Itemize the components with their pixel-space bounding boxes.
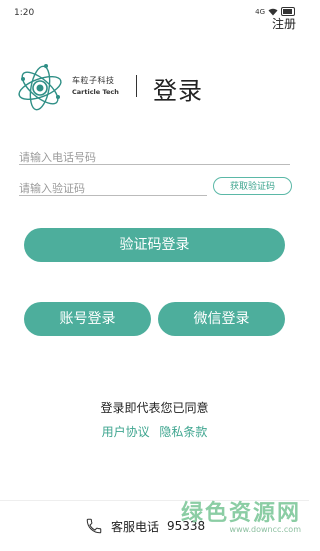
- code-input[interactable]: [19, 182, 207, 195]
- page-title: 登录: [153, 77, 203, 105]
- account-login-button[interactable]: 账号登录: [24, 302, 151, 336]
- phone-icon: [86, 518, 102, 534]
- company-name-en: Carticle Tech: [72, 88, 119, 96]
- support-label: 客服电话: [111, 519, 160, 534]
- watermark: 绿色资源网 www.downcc.com: [181, 495, 301, 534]
- privacy-policy-link[interactable]: 隐私条款: [159, 425, 207, 439]
- status-bar: 1:20 4G: [0, 0, 309, 22]
- agreement-text: 登录即代表您已同意: [100, 401, 209, 415]
- signal-indicator: 4G: [255, 7, 265, 16]
- code-login-button[interactable]: 验证码登录: [24, 228, 285, 262]
- register-link[interactable]: 注册: [272, 15, 296, 32]
- brand-header: 车粒子科技 Carticle Tech 登录: [16, 61, 296, 113]
- brand-divider: [136, 75, 137, 97]
- watermark-title: 绿色资源网: [180, 501, 301, 526]
- company-name-cn: 车粒子科技: [72, 76, 115, 85]
- status-time: 1:20: [14, 8, 35, 18]
- carticle-atom-logo: [18, 64, 62, 111]
- agreement-links: 用户协议 隐私条款: [0, 423, 309, 440]
- wechat-login-button[interactable]: 微信登录: [158, 302, 285, 336]
- phone-field[interactable]: [19, 146, 290, 165]
- user-agreement-link[interactable]: 用户协议: [102, 425, 150, 439]
- get-code-button[interactable]: 获取验证码: [213, 177, 292, 195]
- code-field[interactable]: [19, 177, 207, 196]
- phone-input[interactable]: [19, 151, 290, 164]
